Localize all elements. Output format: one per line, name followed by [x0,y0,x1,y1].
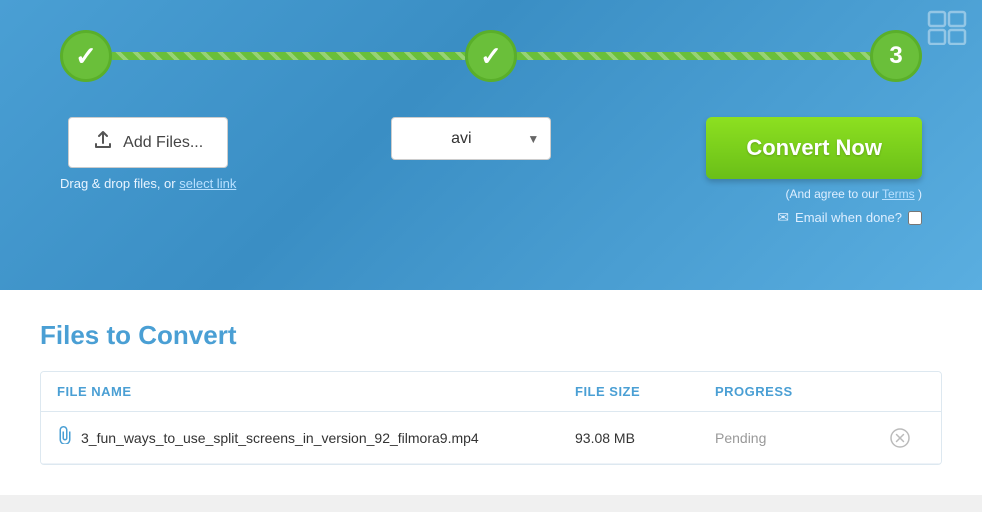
format-select[interactable]: avi mp4 mkv mov wmv flv webm [391,117,551,160]
format-select-section: avi mp4 mkv mov wmv flv webm [391,117,551,160]
upload-icon [93,130,113,155]
remove-cell [875,428,925,448]
convert-now-button[interactable]: Convert Now [706,117,922,179]
header-actions [875,384,925,399]
step-3-number: 3 [889,42,902,70]
header-filesize: FILE SIZE [575,384,715,399]
step-1-checkmark: ✓ [75,41,97,72]
bottom-section: Files to Convert FILE NAME FILE SIZE PRO… [0,290,982,495]
add-files-label: Add Files... [123,134,203,152]
controls-row: Add Files... Drag & drop files, or selec… [60,117,922,226]
select-link[interactable]: select link [179,176,236,191]
header-filename: FILE NAME [57,384,575,399]
step-line-1 [112,52,465,60]
table-header: FILE NAME FILE SIZE PROGRESS [41,372,941,412]
terms-text: (And agree to our Terms ) [785,187,922,201]
steps-progress: ✓ ✓ 3 [60,30,922,82]
file-size-cell: 93.08 MB [575,430,715,446]
add-files-button[interactable]: Add Files... [68,117,228,168]
top-right-icon [927,10,967,52]
step-3-circle: 3 [870,30,922,82]
paperclip-icon [57,426,71,449]
step-line-2 [517,52,870,60]
drag-drop-text: Drag & drop files, or select link [60,176,236,191]
files-title: Files to Convert [40,320,942,351]
remove-file-button[interactable] [890,428,910,448]
top-section: ✓ ✓ 3 Add Files... Drag & dro [0,0,982,290]
convert-section: Convert Now (And agree to our Terms ) ✉ … [706,117,922,226]
email-label: Email when done? [795,210,902,225]
format-select-wrapper: avi mp4 mkv mov wmv flv webm [391,117,551,160]
step-1-circle: ✓ [60,30,112,82]
file-name-cell: 3_fun_ways_to_use_split_screens_in_versi… [57,426,575,449]
email-icon: ✉ [777,209,789,226]
terms-link[interactable]: Terms [882,187,915,201]
add-files-section: Add Files... Drag & drop files, or selec… [60,117,236,191]
header-progress: PROGRESS [715,384,875,399]
step-2-checkmark: ✓ [480,41,502,72]
email-checkbox[interactable] [908,211,922,225]
file-name: 3_fun_ways_to_use_split_screens_in_versi… [81,430,479,446]
files-table: FILE NAME FILE SIZE PROGRESS 3_fun_ways_… [40,371,942,465]
step-2-circle: ✓ [465,30,517,82]
table-row: 3_fun_ways_to_use_split_screens_in_versi… [41,412,941,464]
progress-cell: Pending [715,430,875,446]
email-row: ✉ Email when done? [777,209,922,226]
